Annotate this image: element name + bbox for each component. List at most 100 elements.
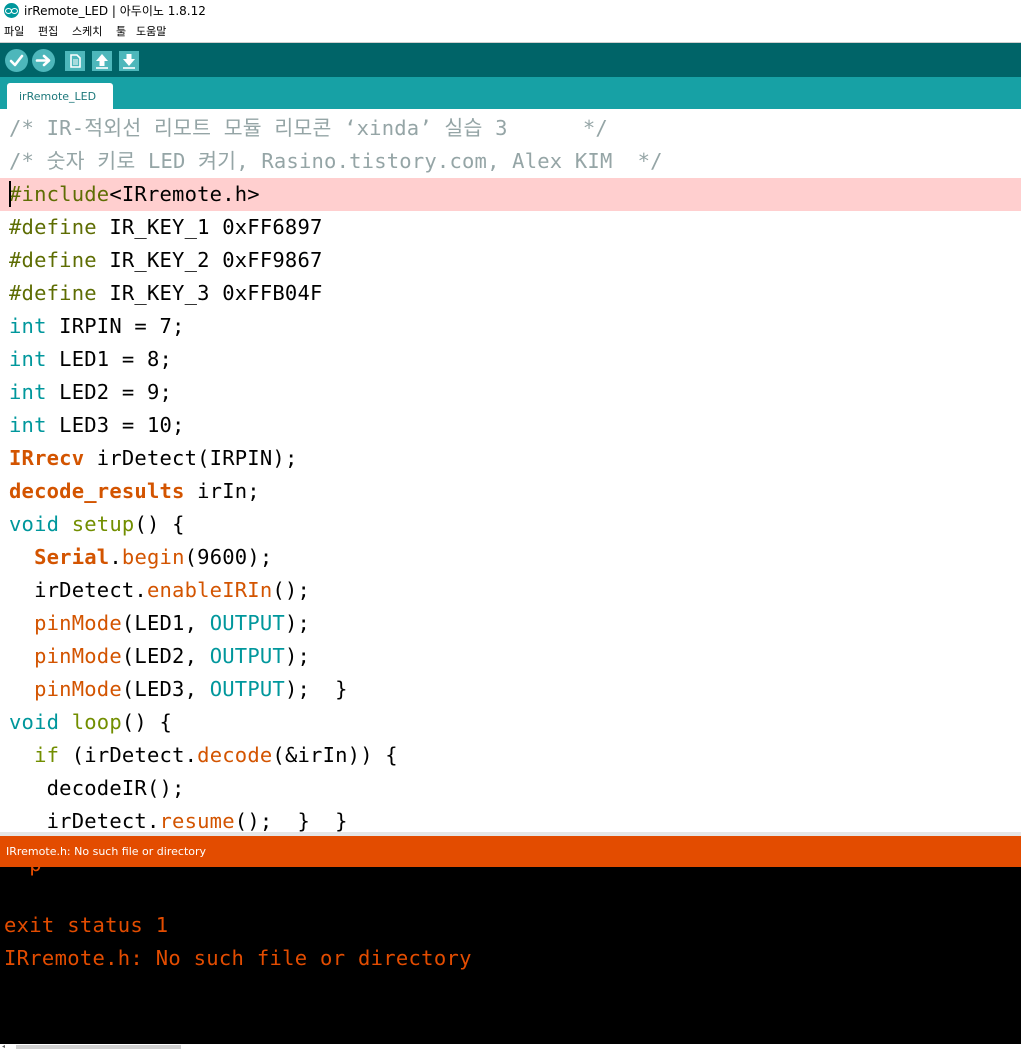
code-token: setup bbox=[71, 512, 135, 536]
tab-irremote-led[interactable]: irRemote_LED bbox=[7, 83, 113, 109]
status-bar: IRremote.h: No such file or directory bbox=[0, 836, 1021, 867]
code-line: int LED1 = 8; bbox=[0, 343, 1021, 376]
code-token: (LED1, bbox=[121, 611, 210, 635]
code-token: (irDetect. bbox=[59, 743, 198, 767]
code-line: #define IR_KEY_2 0xFF9867 bbox=[0, 244, 1021, 277]
open-button[interactable] bbox=[92, 51, 112, 71]
code-line: IRrecv irDetect(IRPIN); bbox=[0, 442, 1021, 475]
code-line: #include<IRremote.h> bbox=[0, 178, 1021, 211]
arrow-right-icon bbox=[35, 54, 51, 67]
code-token: LED3 = 10; bbox=[46, 413, 185, 437]
menu-tools[interactable]: 툴 bbox=[116, 25, 126, 39]
code-token: irDetect. bbox=[9, 578, 147, 602]
code-token: pinMode bbox=[34, 644, 122, 668]
code-token: decodeIR(); bbox=[9, 776, 185, 800]
new-file-icon bbox=[70, 54, 81, 68]
code-token: void bbox=[9, 512, 60, 536]
code-token: . bbox=[109, 545, 122, 569]
code-token: enableIRIn bbox=[146, 578, 273, 602]
code-line: pinMode(LED2, OUTPUT); bbox=[0, 640, 1021, 673]
code-token: irDetect(IRPIN); bbox=[84, 446, 298, 470]
code-line: pinMode(LED1, OUTPUT); bbox=[0, 607, 1021, 640]
status-message: IRremote.h: No such file or directory bbox=[6, 845, 207, 858]
save-button[interactable] bbox=[119, 51, 139, 71]
code-token: #define bbox=[9, 215, 97, 239]
menu-bar: 파일 편집 스케치 툴 도움말 bbox=[0, 22, 1021, 43]
code-token: () { bbox=[121, 710, 173, 734]
code-token: decode bbox=[197, 743, 273, 767]
code-token: decode_results bbox=[9, 479, 185, 503]
code-token: (&irIn)) { bbox=[272, 743, 398, 767]
arduino-logo-icon bbox=[4, 3, 19, 18]
code-token: IR_KEY_1 0xFF6897 bbox=[96, 215, 323, 239]
arrow-up-icon bbox=[96, 54, 108, 69]
code-token: int bbox=[9, 314, 47, 338]
code-token: Serial bbox=[34, 545, 110, 569]
code-line: void loop() { bbox=[0, 706, 1021, 739]
code-token: irIn; bbox=[184, 479, 260, 503]
code-token: IR_KEY_3 0xFFB04F bbox=[96, 281, 323, 305]
code-token: (LED3, bbox=[121, 677, 210, 701]
code-token: (9600); bbox=[184, 545, 273, 569]
code-line: decodeIR(); bbox=[0, 772, 1021, 805]
menu-file[interactable]: 파일 bbox=[4, 25, 24, 39]
code-line: int IRPIN = 7; bbox=[0, 310, 1021, 343]
scroll-left-icon[interactable]: ◂ bbox=[2, 1044, 5, 1050]
code-line: void setup() { bbox=[0, 508, 1021, 541]
console-output[interactable]: p exit status 1 IRremote.h: No such file… bbox=[0, 867, 1021, 1044]
upload-button[interactable] bbox=[32, 49, 55, 72]
code-token: IR_KEY_2 0xFF9867 bbox=[96, 248, 323, 272]
code-token: pinMode bbox=[34, 611, 122, 635]
code-token: pinMode bbox=[34, 677, 122, 701]
code-line: #define IR_KEY_3 0xFFB04F bbox=[0, 277, 1021, 310]
code-token: (); bbox=[272, 578, 311, 602]
tab-label: irRemote_LED bbox=[19, 90, 97, 103]
code-editor[interactable]: irDetect.resume(); } } decodeIR(); if (i… bbox=[0, 109, 1021, 832]
code-token: OUTPUT bbox=[209, 677, 285, 701]
code-line: #define IR_KEY_1 0xFF6897 bbox=[0, 211, 1021, 244]
code-line: int LED2 = 9; bbox=[0, 376, 1021, 409]
verify-button[interactable] bbox=[5, 49, 28, 72]
code-line: int LED3 = 10; bbox=[0, 409, 1021, 442]
code-token: ); } bbox=[284, 677, 348, 701]
horizontal-scrollbar[interactable]: ◂ bbox=[0, 1044, 1021, 1050]
code-line: /* IR-적외선 리모트 모듈 리모콘 ‘xinda’ 실습 3 */ bbox=[0, 112, 1021, 145]
check-icon bbox=[9, 54, 24, 67]
console-line: exit status 1 bbox=[4, 913, 169, 937]
code-token: OUTPUT bbox=[209, 644, 285, 668]
arrow-down-icon bbox=[123, 54, 135, 69]
code-token: #include bbox=[9, 182, 110, 206]
code-token: IRrecv bbox=[9, 446, 85, 470]
code-token: IRPIN = 7; bbox=[46, 314, 185, 338]
code-line: Serial.begin(9600); bbox=[0, 541, 1021, 574]
code-line: irDetect.enableIRIn(); bbox=[0, 574, 1021, 607]
scrollbar-thumb[interactable] bbox=[16, 1045, 181, 1049]
code-token: int bbox=[9, 380, 47, 404]
code-line: pinMode(LED3, OUTPUT); } bbox=[0, 673, 1021, 706]
code-token: (LED2, bbox=[121, 644, 210, 668]
new-button[interactable] bbox=[65, 51, 85, 71]
code-token: OUTPUT bbox=[209, 611, 285, 635]
code-token: <IRremote.h> bbox=[109, 182, 260, 206]
code-token: irDetect. bbox=[9, 809, 160, 832]
code-token: ); bbox=[284, 644, 311, 668]
code-line: irDetect.resume(); } } bbox=[0, 805, 1021, 832]
code-token: if bbox=[34, 743, 60, 767]
tab-bar: irRemote_LED bbox=[0, 77, 1021, 109]
menu-edit[interactable]: 편집 bbox=[38, 25, 58, 39]
code-token: int bbox=[9, 347, 47, 371]
code-token: begin bbox=[121, 545, 185, 569]
code-token: int bbox=[9, 413, 47, 437]
code-token: (); } } bbox=[234, 809, 348, 832]
menu-help[interactable]: 도움말 bbox=[136, 25, 166, 39]
title-bar: irRemote_LED | 아두이노 1.8.12 bbox=[0, 0, 1021, 22]
menu-sketch[interactable]: 스케치 bbox=[72, 25, 102, 39]
code-token: #define bbox=[9, 248, 97, 272]
window-title: irRemote_LED | 아두이노 1.8.12 bbox=[24, 4, 206, 18]
code-line: if (irDetect.decode(&irIn)) { bbox=[0, 739, 1021, 772]
